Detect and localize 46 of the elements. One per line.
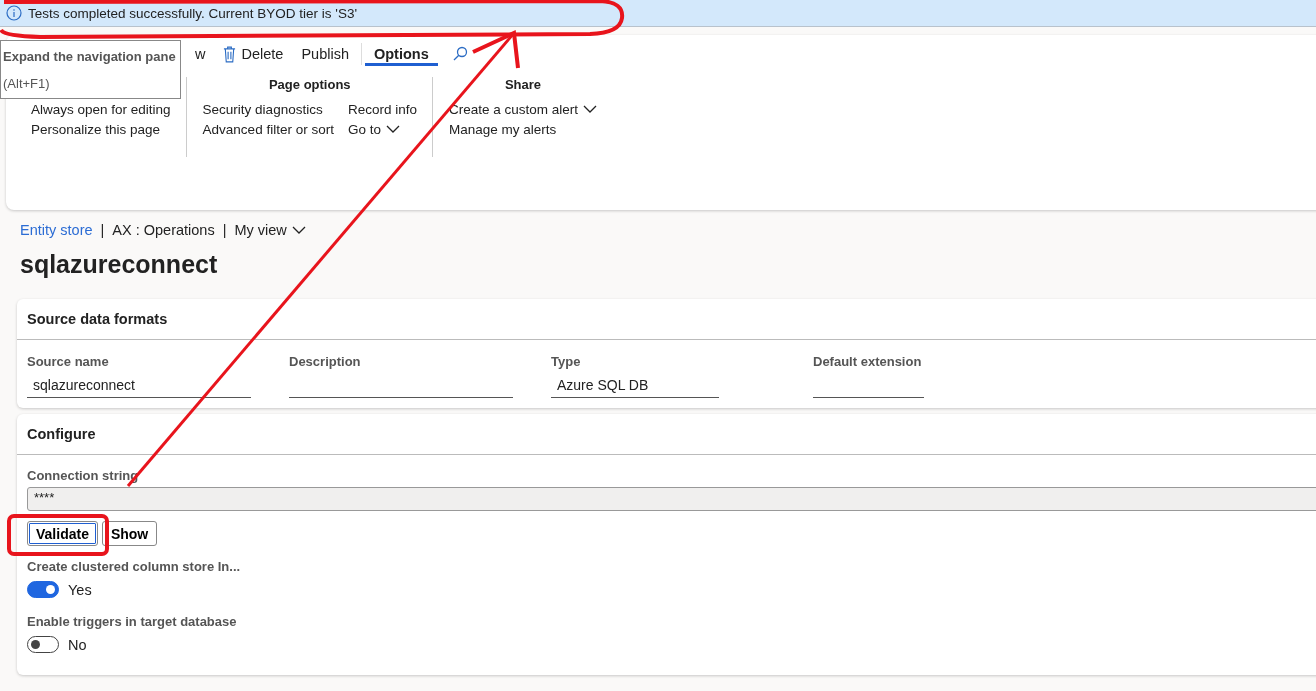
input-field[interactable]: **** xyxy=(27,487,1316,511)
toolbar-button[interactable]: w xyxy=(186,43,215,65)
chevron-down-icon xyxy=(291,226,306,234)
breadcrumb-link[interactable]: Entity store xyxy=(20,222,93,238)
ribbon-item[interactable]: Advanced filter or sort xyxy=(202,119,334,139)
field-label: Source name xyxy=(27,354,110,369)
separator: | xyxy=(100,222,105,238)
toolbar-button[interactable]: Publish xyxy=(292,43,358,65)
group-heading: Share xyxy=(504,77,542,92)
input-field[interactable]: sqlazureconnect xyxy=(27,377,251,398)
message-text: Tests completed successfully. Current BYOD tier is 'S3' xyxy=(28,5,358,21)
field-label: Type xyxy=(551,354,582,369)
field-label: Default extension xyxy=(813,354,923,369)
chevron-down-icon xyxy=(385,125,400,133)
page-title: sqlazureconnect xyxy=(20,250,219,279)
options-tab[interactable]: Options xyxy=(364,42,438,66)
ribbon-item[interactable]: Always open for editing xyxy=(31,99,171,119)
toggle-switch[interactable] xyxy=(27,581,59,598)
tooltip-title: Expand the navigation pane xyxy=(3,49,177,64)
section-heading: Configure xyxy=(27,426,96,442)
search-icon xyxy=(451,46,468,62)
section-heading: Source data formats xyxy=(27,311,168,327)
toggle-state: No xyxy=(68,636,87,653)
trash-icon xyxy=(223,45,237,63)
ribbon-item[interactable]: Manage my alerts xyxy=(448,119,597,139)
ribbon-item[interactable]: Personalize this page xyxy=(31,119,171,139)
field-label: Description xyxy=(289,354,362,369)
chevron-down-icon xyxy=(583,105,597,113)
field-label: Enable triggers in target database xyxy=(27,614,238,629)
toggle-state: Yes xyxy=(68,581,92,598)
ribbon-item[interactable]: Create a custom alert xyxy=(448,99,597,119)
ribbon-item[interactable]: Go to xyxy=(347,119,417,139)
ribbon-item[interactable]: Security diagnostics xyxy=(202,99,334,119)
toggle-switch[interactable] xyxy=(27,636,59,653)
input-field[interactable]: Azure SQL DB xyxy=(551,377,719,398)
info-icon xyxy=(6,5,22,21)
breadcrumb-text: AX : Operations xyxy=(112,222,215,238)
separator: | xyxy=(222,222,227,238)
action-button[interactable]: Show xyxy=(101,521,158,546)
tooltip-shortcut: (Alt+F1) xyxy=(3,76,51,91)
delete-button[interactable]: Delete xyxy=(214,42,293,66)
ribbon-item[interactable]: Record info xyxy=(347,99,417,119)
view-dropdown[interactable]: My view xyxy=(234,222,306,238)
action-button[interactable]: Validate xyxy=(27,521,98,546)
group-heading: Page options xyxy=(268,77,351,92)
field-label: Create clustered column store In... xyxy=(27,559,242,574)
